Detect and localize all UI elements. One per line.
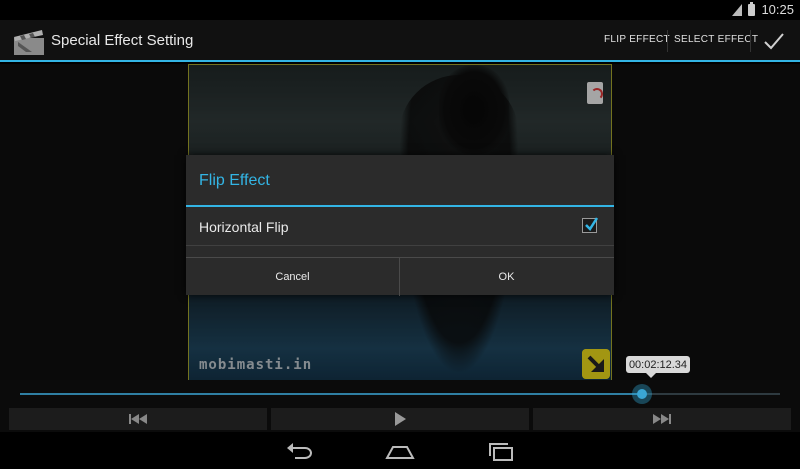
next-button[interactable] xyxy=(533,408,791,430)
status-bar: 10:25 xyxy=(0,0,800,20)
battery-icon xyxy=(748,2,756,16)
navigation-bar xyxy=(0,432,800,469)
select-effect-button[interactable]: SELECT EFFECT xyxy=(674,34,758,45)
clapperboard-icon[interactable] xyxy=(12,28,46,56)
flip-effect-dialog: Flip Effect Horizontal Flip Cancel OK xyxy=(186,155,614,296)
status-icons: 10:25 xyxy=(732,2,794,18)
ok-button[interactable]: OK xyxy=(400,258,613,296)
option-label: Horizontal Flip xyxy=(199,219,289,235)
row-divider xyxy=(186,245,614,246)
current-time-bubble: 00:02:12.34 xyxy=(626,356,690,378)
playback-controls: 00:02:12.34 xyxy=(0,356,800,432)
check-icon xyxy=(585,217,598,231)
play-icon xyxy=(395,412,406,426)
flip-effect-button[interactable]: FLIP EFFECT xyxy=(604,34,670,45)
cancel-button[interactable]: Cancel xyxy=(186,258,399,296)
action-divider xyxy=(750,30,751,52)
dialog-button-bar: Cancel OK xyxy=(186,257,614,296)
horizontal-flip-option[interactable]: Horizontal Flip xyxy=(186,207,614,245)
signal-icon xyxy=(732,4,743,16)
seek-thumb[interactable] xyxy=(631,384,652,404)
page-title: Special Effect Setting xyxy=(51,32,194,49)
previous-icon xyxy=(129,414,147,424)
next-icon xyxy=(653,414,671,424)
back-icon[interactable] xyxy=(285,440,315,462)
play-button[interactable] xyxy=(271,408,529,430)
action-bar: Special Effect Setting FLIP EFFECT SELEC… xyxy=(0,20,800,62)
seek-bar[interactable] xyxy=(20,384,780,404)
recent-apps-icon[interactable] xyxy=(486,440,516,462)
previous-button[interactable] xyxy=(9,408,267,430)
home-icon[interactable] xyxy=(385,440,415,462)
seek-progress xyxy=(20,393,642,395)
status-time: 10:25 xyxy=(761,2,794,17)
transport-buttons xyxy=(0,408,800,430)
dialog-title: Flip Effect xyxy=(199,172,270,189)
action-divider xyxy=(667,30,668,52)
checkmark-icon[interactable] xyxy=(762,29,786,53)
horizontal-flip-checkbox[interactable] xyxy=(582,217,598,233)
